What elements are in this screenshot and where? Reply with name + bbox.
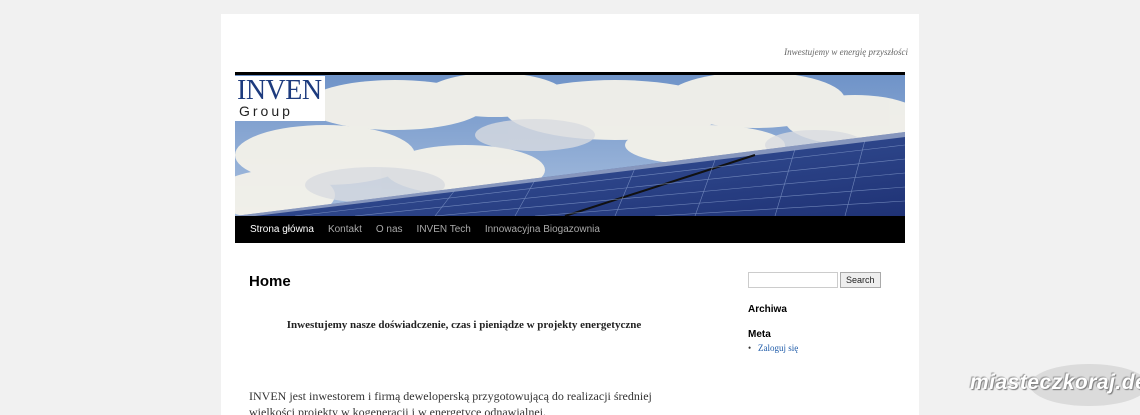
sidebar: Search Archiwa Meta Zaloguj się bbox=[748, 272, 908, 353]
lead-text: Inwestujemy nasze doświadczenie, czas i … bbox=[286, 319, 642, 331]
intro-paragraph: INVEN jest inwestorem i firmą dewelopers… bbox=[249, 389, 652, 415]
header-banner-image bbox=[235, 75, 905, 216]
main-navigation: Strona główna Kontakt O nas INVEN Tech I… bbox=[235, 216, 905, 243]
page-title: Home bbox=[249, 273, 291, 290]
meta-widget: Meta Zaloguj się bbox=[748, 329, 908, 353]
page-wrapper: Inwestujemy w energię przyszłości INVEN … bbox=[221, 14, 919, 415]
meta-title: Meta bbox=[748, 329, 771, 340]
solar-panels-sky-illustration bbox=[235, 75, 905, 216]
archives-widget: Archiwa bbox=[748, 304, 908, 315]
archives-title: Archiwa bbox=[748, 304, 787, 315]
search-input[interactable] bbox=[748, 272, 838, 288]
main-content: Home Inwestujemy nasze doświadczenie, cz… bbox=[249, 272, 679, 415]
nav-item-biogas[interactable]: Innowacyjna Biogazownia bbox=[478, 216, 607, 243]
logo-text-primary: INVEN bbox=[237, 75, 322, 106]
logo-text-secondary: Group bbox=[239, 103, 293, 119]
site-description: Inwestujemy w energię przyszłości bbox=[784, 47, 908, 57]
search-button[interactable]: Search bbox=[840, 272, 881, 288]
meta-link-login[interactable]: Zaloguj się bbox=[748, 343, 908, 353]
watermark-text: miasteczkoraj.de bbox=[970, 371, 1140, 394]
nav-item-inven-tech[interactable]: INVEN Tech bbox=[410, 216, 478, 243]
nav-item-contact[interactable]: Kontakt bbox=[321, 216, 369, 243]
nav-item-home[interactable]: Strona główna bbox=[243, 216, 321, 243]
search-widget: Search bbox=[748, 272, 908, 290]
nav-item-about[interactable]: O nas bbox=[369, 216, 410, 243]
site-logo[interactable]: INVEN Group bbox=[235, 76, 325, 121]
